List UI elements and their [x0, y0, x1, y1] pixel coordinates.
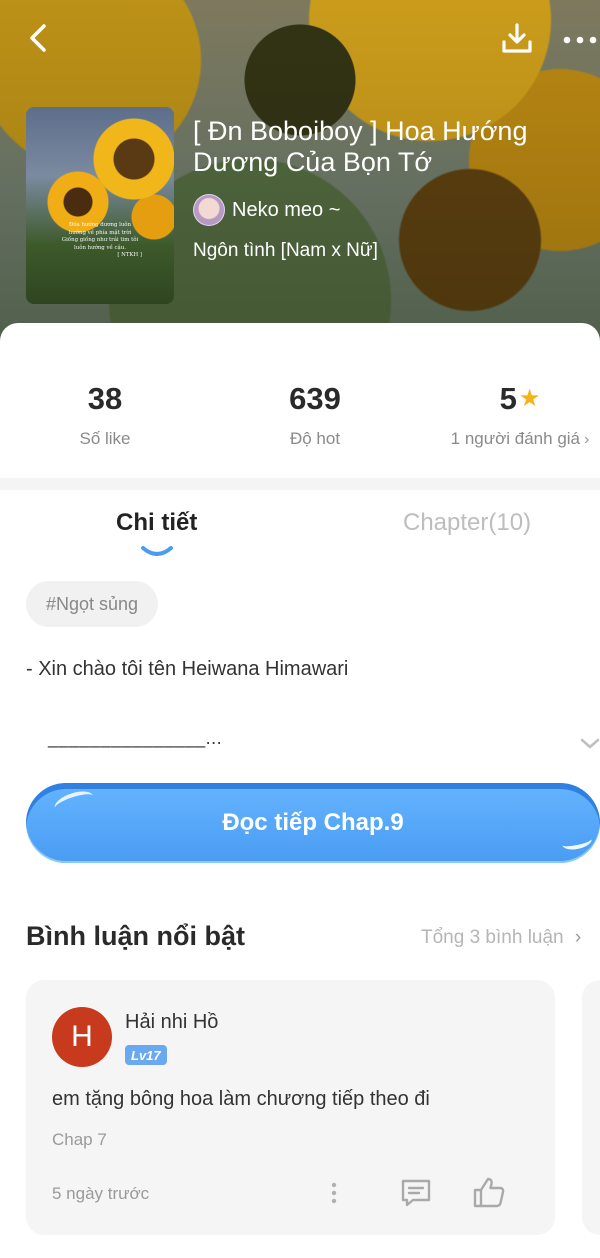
- comment-chapter: Chap 7: [52, 1130, 107, 1149]
- tab-active-indicator: [141, 546, 173, 556]
- continue-reading-button[interactable]: Đọc tiếp Chap.9: [26, 783, 600, 863]
- likes-label: Số like: [79, 429, 131, 448]
- tab-chapter[interactable]: Chapter(10): [403, 509, 531, 537]
- hot-stat: 639 Độ hot: [265, 381, 365, 449]
- more-vertical-icon[interactable]: [324, 1180, 344, 1206]
- download-button[interactable]: [494, 16, 540, 62]
- more-options-button[interactable]: [560, 20, 600, 60]
- next-comment-card[interactable]: [582, 980, 600, 1235]
- section-divider: [0, 478, 600, 490]
- top-bar: [0, 0, 600, 80]
- likes-count: 38: [87, 381, 123, 416]
- chevron-left-icon: [30, 24, 46, 52]
- tab-bar: Chi tiết Chapter(10): [0, 501, 600, 561]
- star-icon: ★: [518, 385, 541, 412]
- cover-caption: Đóa hướng dương luôn hướng về phía mặt t…: [61, 222, 142, 258]
- author-name: Neko meo ~: [232, 198, 341, 221]
- more-horizontal-icon: [563, 36, 597, 44]
- tab-detail[interactable]: Chi tiết: [116, 509, 197, 537]
- tag-chip[interactable]: #Ngọt sủng: [26, 581, 159, 627]
- reply-icon[interactable]: [400, 1177, 432, 1209]
- content-card: 38 Số like 639 Độ hot 5★ 1 người đánh gi…: [0, 323, 600, 1258]
- comments-total: Tổng 3 bình luận: [421, 927, 564, 948]
- chevron-right-icon: ›: [584, 431, 590, 448]
- book-title: [ Đn Boboiboy ] Hoa Hướng Dương Của Bọn …: [193, 116, 528, 177]
- genre-label: Ngôn tình [Nam x Nữ]: [193, 240, 378, 261]
- hot-count: 639: [289, 381, 341, 416]
- author-link[interactable]: Neko meo ~: [193, 193, 340, 227]
- continue-reading-label: Đọc tiếp Chap.9: [222, 809, 404, 836]
- download-icon: [502, 23, 532, 53]
- comment-text: em tặng bông hoa làm chương tiếp theo đi: [52, 1088, 430, 1110]
- comments-total-link[interactable]: Tổng 3 bình luận ›: [421, 927, 581, 949]
- thumbs-up-icon[interactable]: [472, 1175, 506, 1209]
- rating-value: 5: [499, 381, 517, 416]
- level-badge: Lv17: [125, 1045, 167, 1065]
- avatar[interactable]: H: [52, 1007, 112, 1067]
- description-text-truncated: _______________...: [48, 728, 223, 748]
- chevron-right-icon: ›: [574, 927, 582, 948]
- back-button[interactable]: [18, 18, 58, 58]
- chevron-down-icon[interactable]: [578, 733, 600, 753]
- description-text: - Xin chào tôi tên Heiwana Himawari: [26, 658, 349, 680]
- rating-count-label: 1 người đánh giá: [450, 429, 580, 448]
- author-avatar: [193, 194, 225, 226]
- likes-stat: 38 Số like: [55, 381, 155, 449]
- commenter-name[interactable]: Hải nhi Hồ: [125, 1011, 218, 1034]
- rating-stat[interactable]: 5★ 1 người đánh giá ›: [440, 381, 600, 449]
- button-gloss: [52, 787, 96, 817]
- hot-label: Độ hot: [289, 429, 341, 448]
- button-gloss: [560, 832, 594, 852]
- comments-heading: Bình luận nổi bật: [26, 921, 245, 951]
- stats-row: 38 Số like 639 Độ hot 5★ 1 người đánh gi…: [0, 381, 600, 461]
- comment-time: 5 ngày trước: [52, 1184, 150, 1203]
- book-cover[interactable]: Đóa hướng dương luôn hướng về phía mặt t…: [26, 107, 174, 304]
- comment-card[interactable]: H Hải nhi Hồ Lv17 em tặng bông hoa làm c…: [26, 980, 555, 1235]
